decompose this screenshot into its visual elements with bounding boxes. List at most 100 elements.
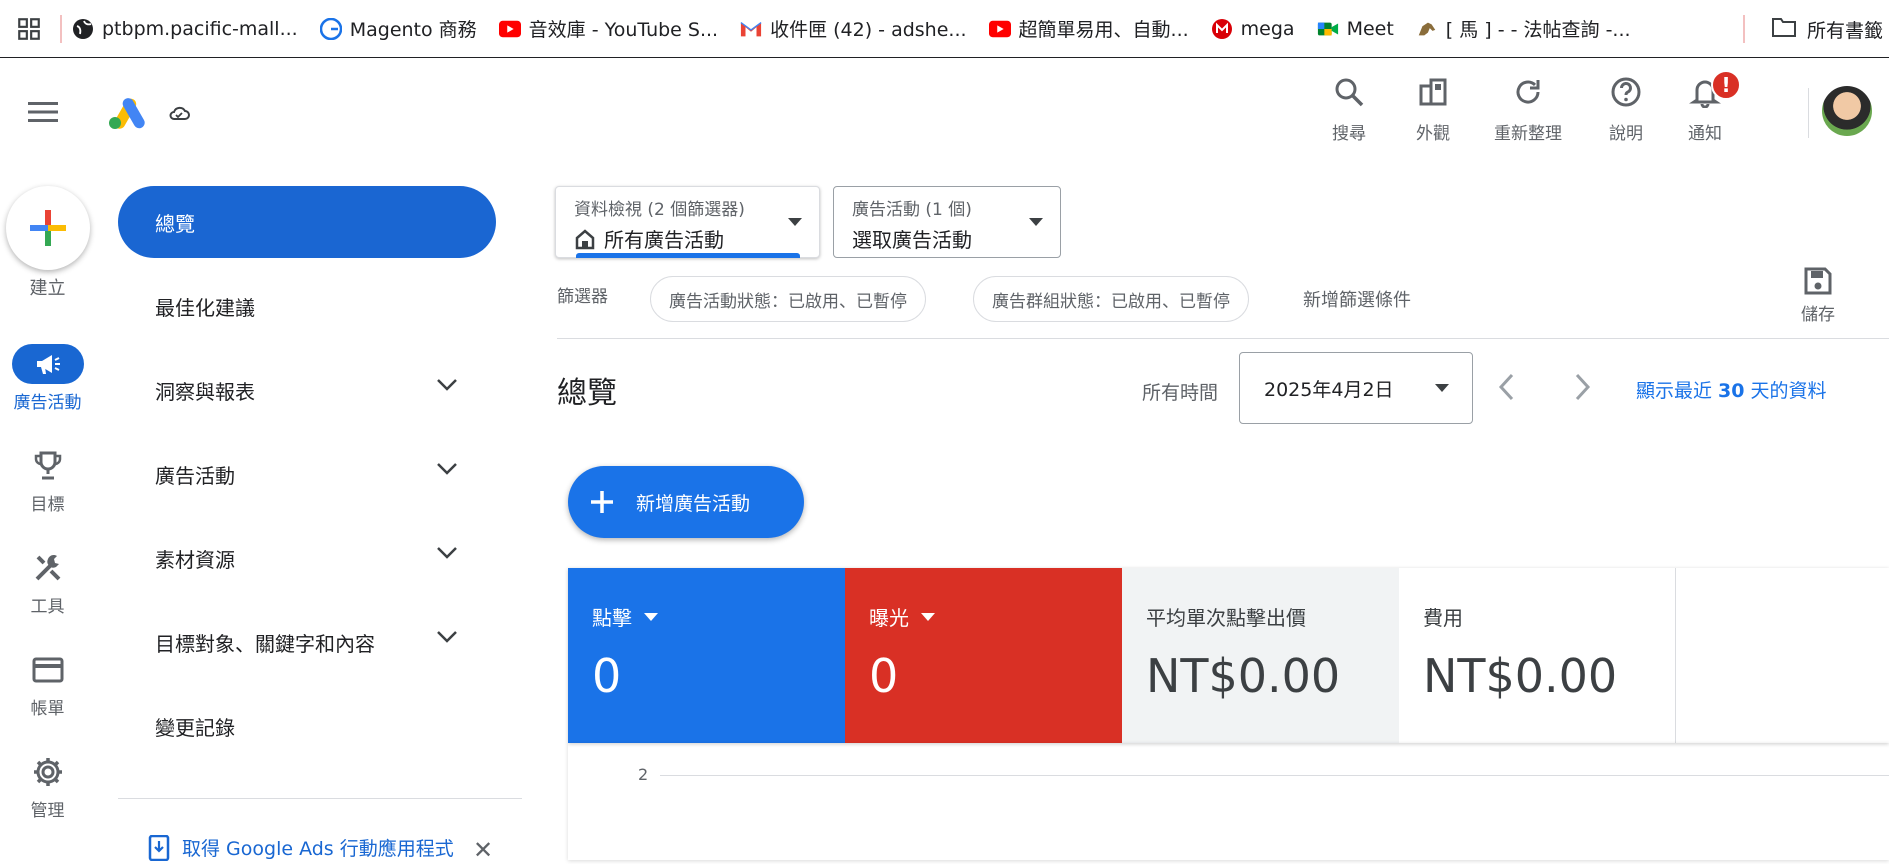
hamburger-menu-icon[interactable] bbox=[28, 100, 58, 128]
appearance-button[interactable]: 外觀 bbox=[1416, 76, 1450, 144]
filter-chip-adgroup-status[interactable]: 廣告群組狀態：已啟用、已暫停 bbox=[973, 276, 1249, 322]
bookmark-item[interactable]: 音效庫 - YouTube S... bbox=[498, 15, 719, 42]
nav-item-assets[interactable]: 素材資源 bbox=[118, 522, 496, 594]
youtube-icon bbox=[498, 18, 521, 40]
chevron-right-icon[interactable] bbox=[1572, 372, 1592, 402]
app-header: 搜尋 外觀 重新整理 說明 ! 通知 bbox=[0, 58, 1889, 168]
home-icon bbox=[575, 228, 595, 249]
y-axis-tick: 2 bbox=[638, 765, 649, 784]
all-bookmarks-folder[interactable]: 所有書籤 bbox=[1807, 16, 1883, 43]
search-button[interactable]: 搜尋 bbox=[1332, 76, 1366, 144]
rail-item-campaigns[interactable]: 廣告活動 bbox=[0, 344, 95, 413]
nav-label: 洞察與報表 bbox=[155, 379, 255, 404]
apps-grid-icon[interactable] bbox=[0, 0, 58, 58]
plus-icon bbox=[591, 491, 613, 513]
bookmark-label: ptbpm.pacific-mall... bbox=[102, 17, 298, 40]
last30-prefix: 顯示最近 bbox=[1636, 380, 1719, 402]
add-filter-button[interactable]: 新增篩選條件 bbox=[1303, 286, 1411, 312]
notifications-button[interactable]: ! 通知 bbox=[1688, 70, 1741, 144]
rail-item-admin[interactable]: 管理 bbox=[0, 752, 95, 821]
nav-item-recommendations[interactable]: 最佳化建議 bbox=[118, 270, 496, 342]
avatar[interactable] bbox=[1822, 86, 1872, 136]
notifications-label: 通知 bbox=[1688, 124, 1722, 144]
metric-card-avg-cpc[interactable]: 平均單次點擊出價 NT$0.00 bbox=[1122, 568, 1399, 743]
bookmark-label: mega bbox=[1240, 17, 1295, 40]
youtube-icon bbox=[988, 18, 1011, 40]
chevron-down-icon bbox=[437, 547, 457, 559]
help-button[interactable]: 說明 bbox=[1609, 76, 1643, 144]
nav-item-campaigns[interactable]: 廣告活動 bbox=[118, 438, 496, 510]
last30-number: 30 bbox=[1718, 380, 1745, 402]
metric-card-cost[interactable]: 費用 NT$0.00 bbox=[1399, 568, 1676, 743]
bookmark-item[interactable]: mega bbox=[1211, 18, 1295, 40]
refresh-button[interactable]: 重新整理 bbox=[1494, 76, 1562, 144]
metric-card-impressions[interactable]: 曝光 0 bbox=[845, 568, 1122, 743]
create-button[interactable] bbox=[6, 186, 90, 270]
nav-item-overview[interactable]: 總覽 bbox=[118, 186, 496, 258]
gear-icon bbox=[12, 752, 84, 792]
create-label: 建立 bbox=[29, 278, 66, 299]
tools-icon bbox=[12, 548, 84, 588]
divider bbox=[1808, 88, 1809, 138]
appearance-label: 外觀 bbox=[1416, 124, 1450, 144]
nav-label: 變更記錄 bbox=[155, 715, 235, 740]
date-value: 2025年4月2日 bbox=[1264, 378, 1394, 401]
date-range-picker[interactable]: 2025年4月2日 bbox=[1239, 352, 1473, 424]
bookmark-item[interactable]: 收件匣 (42) - adshe... bbox=[740, 15, 967, 42]
save-label: 儲存 bbox=[1801, 305, 1835, 325]
help-icon bbox=[1610, 76, 1642, 113]
help-label: 說明 bbox=[1609, 124, 1643, 144]
bookmark-item[interactable]: [ 馬 ] - - 法帖查詢 -... bbox=[1416, 15, 1631, 42]
nav-item-change-history[interactable]: 變更記錄 bbox=[118, 690, 496, 762]
new-campaign-button[interactable]: 新增廣告活動 bbox=[568, 466, 804, 538]
search-icon bbox=[1333, 76, 1365, 113]
campaign-selector-value: 選取廣告活動 bbox=[852, 228, 972, 252]
gmail-icon bbox=[740, 18, 762, 40]
dropdown-arrow-icon bbox=[788, 218, 802, 226]
meet-icon bbox=[1317, 18, 1339, 40]
chevron-left-icon[interactable] bbox=[1497, 372, 1517, 402]
mobile-app-promo-link[interactable]: 取得 Google Ads 行動應用程式 bbox=[148, 834, 454, 861]
nav-label: 素材資源 bbox=[155, 547, 235, 572]
folder-icon bbox=[1771, 16, 1797, 43]
refresh-icon bbox=[1512, 76, 1544, 113]
chevron-down-icon bbox=[437, 463, 457, 475]
rail-label: 管理 bbox=[30, 801, 65, 821]
divider bbox=[557, 338, 1889, 339]
nav-item-audiences[interactable]: 目標對象、關鍵字和內容 bbox=[118, 606, 496, 678]
metric-card-clicks[interactable]: 點擊 0 bbox=[568, 568, 845, 743]
data-view-selector[interactable]: 資料檢視 (2 個篩選器) 所有廣告活動 bbox=[555, 186, 820, 258]
bell-icon: ! bbox=[1689, 70, 1741, 113]
campaign-selector[interactable]: 廣告活動 (1 個) 選取廣告活動 bbox=[833, 186, 1061, 258]
bookmark-item[interactable]: Meet bbox=[1317, 18, 1394, 40]
bookmark-item[interactable]: 超簡單易用、自動... bbox=[988, 15, 1189, 42]
dropdown-arrow-icon bbox=[644, 612, 658, 621]
filter-chip-campaign-status[interactable]: 廣告活動狀態：已啟用、已暫停 bbox=[650, 276, 926, 322]
rail-label: 帳單 bbox=[30, 699, 65, 719]
metric-value: NT$0.00 bbox=[1146, 649, 1341, 703]
nav-item-insights[interactable]: 洞察與報表 bbox=[118, 354, 496, 426]
data-view-value: 所有廣告活動 bbox=[604, 228, 724, 252]
metric-label: 點擊 bbox=[592, 606, 632, 630]
left-rail: 建立 廣告活動 目標 工具 帳單 管理 bbox=[0, 168, 95, 860]
save-icon bbox=[1804, 267, 1832, 295]
save-button[interactable]: 儲存 bbox=[1801, 266, 1835, 325]
bookmark-item[interactable]: Magento 商務 bbox=[319, 15, 477, 42]
divider bbox=[118, 798, 522, 799]
metric-label: 平均單次點擊出價 bbox=[1146, 606, 1306, 630]
metric-cards: 點擊 0 曝光 0 平均單次點擊出價 NT$0.00 費用 NT$0.00 bbox=[568, 568, 1889, 743]
bookmark-label: Magento 商務 bbox=[349, 19, 477, 41]
bookmark-label: 音效庫 - YouTube S... bbox=[528, 19, 719, 41]
bookmark-label: 超簡單易用、自動... bbox=[1018, 19, 1189, 41]
rail-item-billing[interactable]: 帳單 bbox=[0, 650, 95, 719]
rail-item-goals[interactable]: 目標 bbox=[0, 446, 95, 515]
show-last-30-days-link[interactable]: 顯示最近 30 天的資料 bbox=[1636, 376, 1827, 403]
rail-label: 廣告活動 bbox=[13, 393, 82, 413]
globe-icon bbox=[72, 18, 94, 40]
plus-icon bbox=[30, 210, 66, 246]
rail-item-tools[interactable]: 工具 bbox=[0, 548, 95, 617]
trophy-icon bbox=[12, 446, 84, 486]
bookmark-item[interactable]: ptbpm.pacific-mall... bbox=[72, 18, 298, 40]
page-title: 總覽 bbox=[557, 376, 617, 411]
google-ads-logo-icon[interactable] bbox=[107, 96, 147, 134]
